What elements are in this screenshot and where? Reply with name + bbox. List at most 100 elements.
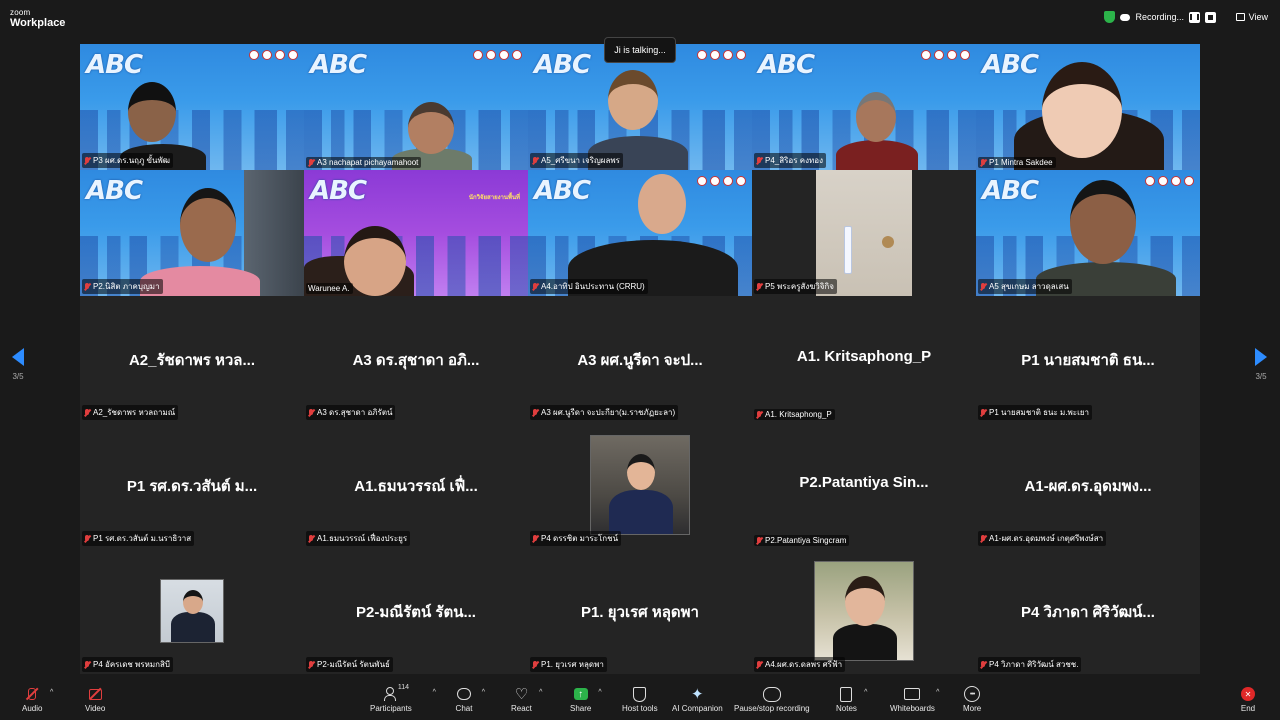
name-tile[interactable]: A4.ผศ.ดร.ดลพร ศรีฟ้า — [752, 548, 976, 674]
photo-suit — [609, 490, 673, 534]
name-tile[interactable]: P4 ดรรชิต มาระโกชน์ — [528, 422, 752, 548]
muted-mic-icon — [756, 660, 762, 669]
view-button[interactable]: View — [1235, 12, 1268, 22]
more-button[interactable]: More — [963, 686, 982, 714]
end-meeting-button[interactable]: End — [1239, 686, 1257, 714]
notes-options-caret-icon[interactable]: ^ — [864, 689, 867, 696]
react-button[interactable]: ^ React — [511, 686, 542, 713]
audio-button[interactable]: ^ Audio — [22, 686, 53, 713]
chat-button[interactable]: ^ Chat — [455, 686, 485, 713]
participant-head — [608, 70, 658, 130]
participant-name-label: P2.นิสิต ภาคบุญมา — [82, 279, 163, 294]
muted-mic-icon — [308, 660, 314, 669]
participant-name: P3 ผศ.ดร.นฤภู ขั้นพัฒ — [93, 156, 170, 165]
muted-mic-icon — [308, 408, 314, 417]
participant-name-label: A1-ผศ.ดร.อุดมพงษ์ เกตุศรีพงษ์สา — [978, 531, 1107, 546]
pause-stop-recording-button[interactable]: Pause/stop recording — [734, 686, 810, 713]
pause-recording-icon[interactable] — [1189, 11, 1200, 23]
video-tile[interactable]: ABC A5 สุขเกษม ลาวดุลเสน — [976, 170, 1200, 296]
name-tile[interactable]: P2.Patantiya Sin... P2.Patantiya Singcra… — [752, 422, 976, 548]
video-tile[interactable]: ABC A3 nachapat pichayamahoot — [304, 44, 528, 170]
banner-headline: นักวิจัยสายงานพื้นที่ — [468, 195, 520, 201]
host-tools-button[interactable]: Host tools — [622, 686, 658, 713]
participant-display-name: A1-ผศ.ดร.อุดมพง... — [1024, 478, 1152, 495]
video-tile[interactable]: ABC นักวิจัยสายงานพื้นที่ Warunee A. — [304, 170, 528, 296]
participant-name: A3 nachapat pichayamahoot — [317, 158, 419, 167]
participant-display-name: P1 นายสมชาติ ธน... — [1021, 352, 1155, 369]
name-tile[interactable]: P4 อัครเดช พรหมกสิบี — [80, 548, 304, 674]
video-gallery: ABC P3 ผศ.ดร.นฤภู ขั้นพัฒ ABC A3 nachapa… — [80, 44, 1200, 674]
muted-mic-icon — [756, 536, 762, 545]
name-tile[interactable]: P1. ยุวเรศ หลุดพา P1. ยุวเรศ หลุดพา — [528, 548, 752, 674]
brand-bottom: Workplace — [10, 17, 66, 29]
react-options-caret-icon[interactable]: ^ — [539, 689, 542, 696]
video-tile[interactable]: P5 พระครูสังฆวิจิกิจ — [752, 170, 976, 296]
participant-name-label: P3 ผศ.ดร.นฤภู ขั้นพัฒ — [82, 153, 173, 168]
participant-body — [836, 140, 918, 170]
video-tile[interactable]: ABC P2.นิสิต ภาคบุญมา — [80, 170, 304, 296]
participant-name-label: A4.ผศ.ดร.ดลพร ศรีฟ้า — [754, 657, 846, 672]
participants-options-caret-icon[interactable]: ^ — [433, 689, 436, 696]
whiteboards-button[interactable]: ^ Whiteboards — [890, 686, 939, 713]
participants-button[interactable]: 114 ^ Participants — [370, 684, 436, 713]
stop-recording-icon[interactable] — [1205, 11, 1216, 23]
zoom-logo: zoom Workplace — [10, 9, 65, 29]
name-tile[interactable]: P2-มณีรัตน์ รัตน... P2-มณีรัตน์ รัตนพันธ… — [304, 548, 528, 674]
previous-page-button[interactable]: 3/5 — [6, 348, 30, 381]
name-tile[interactable]: A1.ธมนวรรณ์ เฟื่... A1.ธมนวรรณ์ เฟื่องปร… — [304, 422, 528, 548]
muted-mic-icon — [84, 660, 90, 669]
react-label: React — [511, 704, 532, 713]
video-tile[interactable]: ABC P4_สิริอร คงทอง — [752, 44, 976, 170]
participant-display-name: P1. ยุวเรศ หลุดพา — [581, 604, 699, 621]
partner-badges — [697, 176, 746, 186]
name-tile[interactable]: A3 ดร.สุชาดา อภิ... A3 ดร.สุชาดา อภิรัตน… — [304, 296, 528, 422]
share-options-caret-icon[interactable]: ^ — [598, 689, 601, 696]
muted-mic-icon — [84, 534, 90, 543]
name-tile[interactable]: A2_รัชดาพร หวล... A2_รัชดาพร หวลถามณ์ — [80, 296, 304, 422]
video-tile[interactable]: ABC P3 ผศ.ดร.นฤภู ขั้นพัฒ — [80, 44, 304, 170]
chat-options-caret-icon[interactable]: ^ — [482, 689, 485, 696]
ai-sparkle-icon — [688, 686, 706, 702]
recording-status: Recording... — [1104, 11, 1216, 23]
muted-mic-icon — [532, 156, 538, 165]
muted-mic-icon — [308, 158, 314, 167]
notes-icon: ^ — [837, 686, 867, 702]
name-tile[interactable]: A1-ผศ.ดร.อุดมพง... A1-ผศ.ดร.อุดมพงษ์ เกต… — [976, 422, 1200, 548]
page-indicator-right: 3/5 — [1255, 372, 1267, 381]
video-tile[interactable]: ABC A4.อาทิป อินประทาน (CRRU) — [528, 170, 752, 296]
encryption-shield-icon[interactable] — [1104, 11, 1116, 23]
participant-name: A5 สุขเกษม ลาวดุลเสน — [989, 282, 1069, 291]
share-button[interactable]: ^ Share — [570, 686, 602, 714]
arrow-right-icon — [1255, 348, 1267, 366]
more-label: More — [963, 704, 982, 713]
video-label: Video — [85, 704, 106, 713]
participant-name-label: A2_รัชดาพร หวลถามณ์ — [82, 405, 179, 420]
meeting-toolbar: ^ Audio Video 114 ^ Participants ^ Chat ^… — [0, 680, 1280, 720]
participant-name: A3 ดร.สุชาดา อภิรัตน์ — [317, 408, 393, 417]
whiteboards-options-caret-icon[interactable]: ^ — [936, 689, 939, 696]
muted-mic-icon — [532, 534, 538, 543]
participants-label: Participants — [370, 704, 412, 713]
grid-view-icon — [1235, 13, 1245, 21]
video-button[interactable]: Video — [85, 686, 105, 713]
participant-name: A4.อาทิป อินประทาน (CRRU) — [541, 282, 645, 291]
name-tile[interactable]: P4 วิภาดา ศิริวัฒน์... P4 วิภาดา ศิริวัฒ… — [976, 548, 1200, 674]
participant-name: P1 รศ.ดร.วสันต์ ม.นราธิวาส — [93, 534, 192, 543]
participant-name-label: A3 ผศ.นูรีดา จะปะกียา(ม.ราชภัฏยะลา) — [530, 405, 679, 420]
view-label: View — [1248, 12, 1268, 22]
name-tile[interactable]: P1 รศ.ดร.วสันต์ ม... P1 รศ.ดร.วสันต์ ม.น… — [80, 422, 304, 548]
abc-logo: ABC — [86, 50, 143, 80]
next-page-button[interactable]: 3/5 — [1249, 348, 1273, 381]
participant-name-label: P4_สิริอร คงทอง — [754, 153, 826, 168]
audio-options-caret-icon[interactable]: ^ — [50, 689, 53, 696]
participant-name-label: P1 นายสมชาติ ธนะ ม.พะเยา — [978, 405, 1093, 420]
name-tile[interactable]: A1. Kritsaphong_P A1. Kritsaphong_P — [752, 296, 976, 422]
ceiling — [816, 170, 912, 296]
notes-button[interactable]: ^ Notes — [836, 686, 867, 713]
video-tile[interactable]: ABC P1 Mintra Sakdee — [976, 44, 1200, 170]
name-tile[interactable]: P1 นายสมชาติ ธน... P1 นายสมชาติ ธนะ ม.พะ… — [976, 296, 1200, 422]
participant-name: A3 ผศ.นูรีดา จะปะกียา(ม.ราชภัฏยะลา) — [541, 408, 676, 417]
name-tile[interactable]: A3 ผศ.นูรีดา จะป... A3 ผศ.นูรีดา จะปะกีย… — [528, 296, 752, 422]
muted-mic-icon — [756, 282, 762, 291]
ai-companion-button[interactable]: AI Companion — [672, 686, 723, 713]
